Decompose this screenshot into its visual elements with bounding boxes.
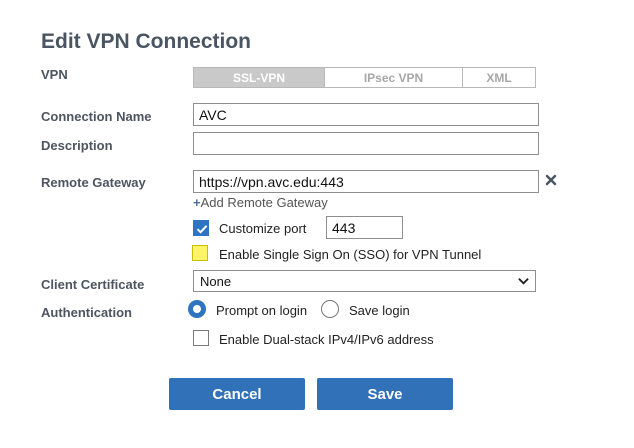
prompt-on-login-label: Prompt on login: [216, 303, 308, 318]
remote-gateway-value: https://vpn.avc.edu:443: [199, 173, 344, 190]
description-field[interactable]: [193, 132, 539, 155]
connection-name-field[interactable]: AVC: [193, 103, 539, 126]
tab-ssl-vpn[interactable]: SSL-VPN: [194, 68, 325, 87]
client-certificate-value: None: [200, 273, 232, 289]
vpn-label: VPN: [41, 67, 68, 82]
sso-label: Enable Single Sign On (SSO) for VPN Tunn…: [219, 247, 482, 262]
dual-stack-label: Enable Dual-stack IPv4/IPv6 address: [219, 332, 434, 347]
page-title: Edit VPN Connection: [41, 30, 251, 53]
add-remote-gateway-label: Add Remote Gateway: [200, 195, 328, 210]
port-field[interactable]: 443: [326, 216, 403, 239]
description-label: Description: [41, 138, 113, 153]
client-certificate-label: Client Certificate: [41, 277, 145, 292]
dual-stack-checkbox[interactable]: [193, 330, 209, 346]
customize-port-label: Customize port: [219, 221, 307, 236]
port-value: 443: [332, 219, 356, 236]
plus-icon: +: [193, 195, 201, 210]
save-login-label: Save login: [349, 303, 410, 318]
connection-name-value: AVC: [199, 106, 227, 123]
client-certificate-select[interactable]: None: [193, 270, 536, 292]
prompt-on-login-radio[interactable]: [188, 300, 206, 318]
tab-xml[interactable]: XML: [463, 68, 535, 87]
chevron-down-icon: [518, 278, 529, 285]
cancel-button[interactable]: Cancel: [169, 378, 305, 410]
close-icon[interactable]: [545, 174, 557, 186]
remote-gateway-label: Remote Gateway: [41, 175, 146, 190]
connection-name-label: Connection Name: [41, 109, 152, 124]
tab-ipsec-vpn[interactable]: IPsec VPN: [325, 68, 463, 87]
customize-port-checkbox[interactable]: [193, 220, 209, 236]
save-button[interactable]: Save: [317, 378, 453, 410]
add-remote-gateway-link[interactable]: +Add Remote Gateway: [193, 195, 328, 210]
checkmark-icon: [196, 225, 208, 234]
save-login-radio[interactable]: [321, 300, 339, 318]
sso-checkbox[interactable]: [192, 245, 208, 261]
remote-gateway-field[interactable]: https://vpn.avc.edu:443: [193, 170, 539, 193]
vpn-type-selector: SSL-VPN IPsec VPN XML: [193, 67, 536, 88]
authentication-label: Authentication: [41, 305, 132, 320]
